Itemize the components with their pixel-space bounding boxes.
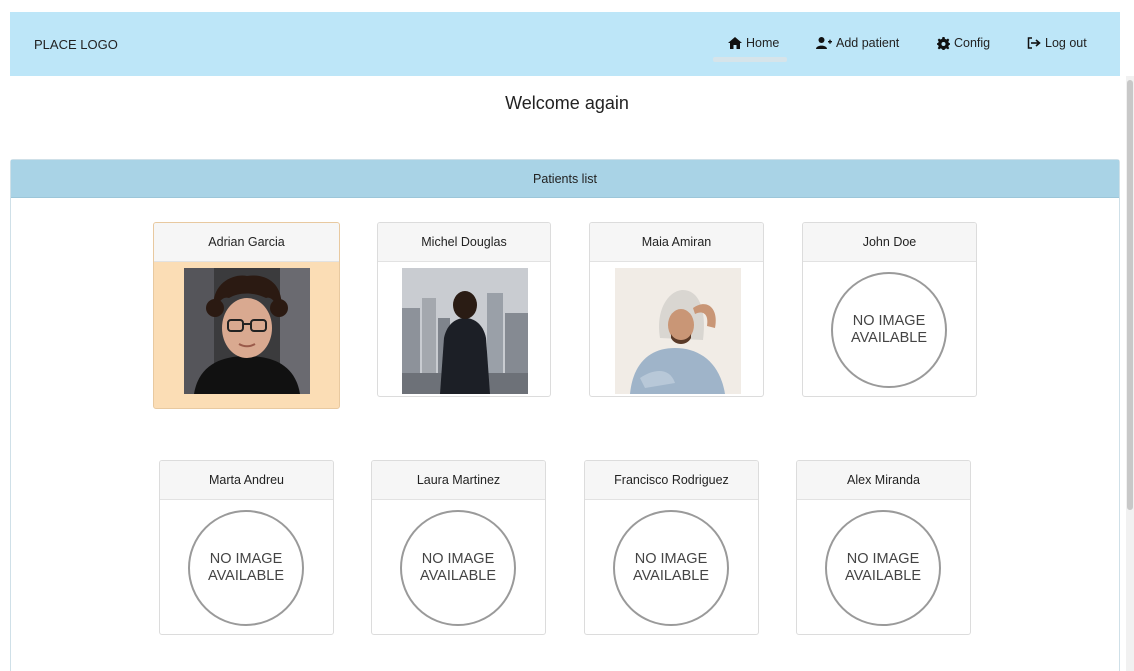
patient-name: Laura Martinez [372,461,545,500]
nav-home-label: Home [746,36,780,50]
patient-card-john-doe[interactable]: John Doe NO IMAGE AVAILABLE [802,222,977,397]
patient-name: Maia Amiran [590,223,763,262]
welcome-heading: Welcome again [505,93,629,113]
active-tab-indicator [713,57,787,62]
navbar: PLACE LOGO Home Add patient Config Log o… [10,12,1120,76]
patient-card-michel-douglas[interactable]: Michel Douglas [377,222,551,397]
no-image-placeholder: NO IMAGE AVAILABLE [188,510,304,626]
patient-photo [615,268,741,394]
no-image-placeholder: NO IMAGE AVAILABLE [613,510,729,626]
patient-card-marta-andreu[interactable]: Marta Andreu NO IMAGE AVAILABLE [159,460,334,635]
patient-card-adrian-garcia[interactable]: Adrian Garcia [153,222,340,409]
nav-add-patient-label: Add patient [836,36,900,50]
patient-card-alex-miranda[interactable]: Alex Miranda NO IMAGE AVAILABLE [796,460,971,635]
patient-photo [402,268,528,394]
patient-card-francisco-rodriguez[interactable]: Francisco Rodriguez NO IMAGE AVAILABLE [584,460,759,635]
patient-name: Michel Douglas [378,223,550,262]
no-image-placeholder: NO IMAGE AVAILABLE [825,510,941,626]
nav-logout-label: Log out [1045,36,1087,50]
patient-photo [184,268,310,394]
patient-name: John Doe [803,223,976,262]
gear-icon [937,36,950,50]
patient-card-laura-martinez[interactable]: Laura Martinez NO IMAGE AVAILABLE [371,460,546,635]
user-plus-icon [816,37,832,49]
scrollbar-thumb[interactable] [1127,80,1133,510]
patient-name: Francisco Rodriguez [585,461,758,500]
patient-name: Marta Andreu [160,461,333,500]
nav-add-patient[interactable]: Add patient [816,36,899,50]
patient-name: Adrian Garcia [154,223,339,262]
home-icon [728,37,742,49]
nav-home[interactable]: Home [728,36,779,50]
patients-panel-header: Patients list [11,160,1119,198]
no-image-placeholder: NO IMAGE AVAILABLE [831,272,947,388]
nav-config[interactable]: Config [937,36,990,50]
no-image-placeholder: NO IMAGE AVAILABLE [400,510,516,626]
nav-config-label: Config [954,36,991,50]
patient-name: Alex Miranda [797,461,970,500]
patient-card-maia-amiran[interactable]: Maia Amiran [589,222,764,397]
logo[interactable]: PLACE LOGO [34,37,118,52]
nav-logout[interactable]: Log out [1027,36,1087,50]
logout-icon [1027,37,1041,49]
